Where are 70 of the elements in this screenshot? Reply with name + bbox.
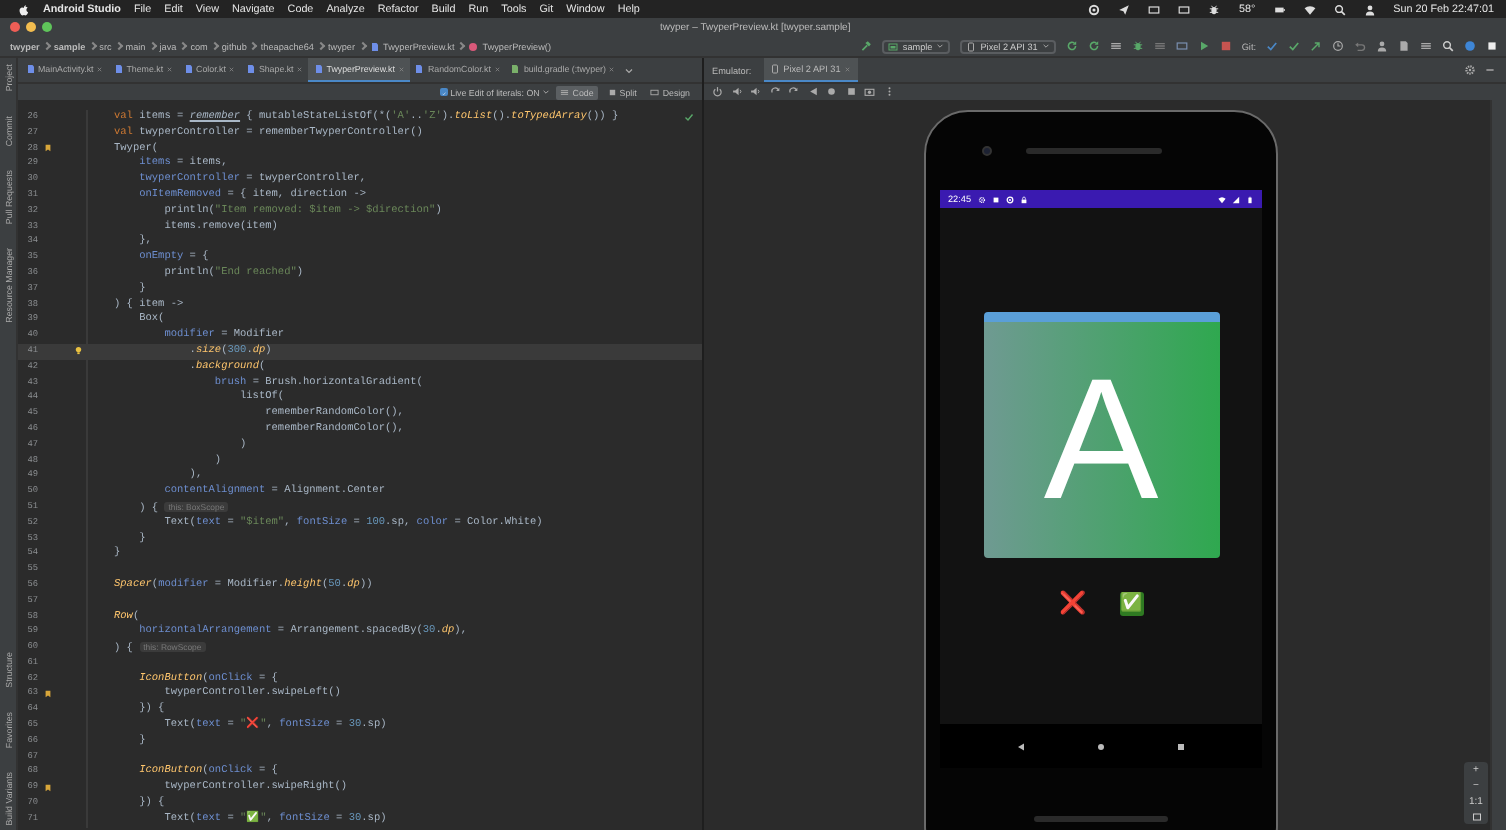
wifi-icon bbox=[1218, 195, 1226, 203]
home-icon[interactable] bbox=[1095, 741, 1106, 751]
battery-icon bbox=[1246, 195, 1254, 203]
arrow-icon[interactable] bbox=[1310, 40, 1322, 52]
file-icon bbox=[245, 64, 256, 74]
minus-icon[interactable] bbox=[1484, 64, 1496, 76]
square-icon[interactable] bbox=[1486, 40, 1498, 52]
function-icon bbox=[468, 41, 479, 51]
layers-icon[interactable] bbox=[1420, 40, 1432, 52]
bookmark-icon[interactable] bbox=[44, 143, 52, 152]
layers-icon[interactable] bbox=[1153, 40, 1166, 52]
file-icon bbox=[313, 64, 324, 74]
gear-icon[interactable] bbox=[1464, 64, 1476, 76]
bulb-icon[interactable] bbox=[74, 346, 83, 356]
bookmark-icon[interactable] bbox=[44, 689, 52, 698]
apple-icon[interactable] bbox=[18, 3, 30, 15]
search-icon[interactable] bbox=[1442, 40, 1454, 52]
swipe-card[interactable]: A bbox=[983, 312, 1219, 558]
camera-lens bbox=[982, 146, 992, 156]
user-icon[interactable] bbox=[1363, 3, 1376, 15]
maximize-button[interactable] bbox=[42, 22, 52, 32]
undo-icon[interactable] bbox=[1354, 40, 1366, 52]
power-icon[interactable] bbox=[712, 86, 723, 98]
fit-icon[interactable] bbox=[1471, 812, 1481, 822]
file-icon bbox=[113, 64, 124, 74]
signal-icon bbox=[1232, 195, 1240, 203]
file-icon[interactable] bbox=[1398, 40, 1410, 52]
more-icon[interactable] bbox=[883, 86, 894, 98]
caret-icon bbox=[542, 88, 551, 96]
hammer-icon[interactable] bbox=[860, 40, 873, 52]
back-icon[interactable] bbox=[807, 86, 818, 98]
search-icon[interactable] bbox=[1333, 3, 1346, 15]
camera-icon[interactable] bbox=[864, 86, 875, 98]
layers-icon[interactable] bbox=[1109, 40, 1122, 52]
close-button[interactable] bbox=[10, 22, 20, 32]
square-icon[interactable] bbox=[1176, 741, 1187, 751]
home-icon[interactable] bbox=[826, 86, 837, 98]
bookmark-icon[interactable] bbox=[44, 783, 52, 792]
phone-icon bbox=[966, 41, 977, 51]
function-icon[interactable] bbox=[1464, 40, 1476, 52]
gear-icon bbox=[977, 195, 985, 203]
speaker-icon[interactable] bbox=[731, 86, 742, 98]
battery-icon[interactable] bbox=[1273, 3, 1286, 15]
file-icon bbox=[369, 41, 380, 51]
file-icon bbox=[183, 64, 194, 74]
phone-icon bbox=[769, 64, 780, 74]
back-icon[interactable] bbox=[1015, 741, 1026, 751]
card-letter: A bbox=[1043, 354, 1159, 526]
record-icon bbox=[1005, 195, 1013, 203]
reject-button[interactable]: ❌ bbox=[1059, 592, 1083, 616]
square-icon bbox=[607, 87, 617, 97]
file-icon bbox=[25, 64, 35, 74]
layers-icon bbox=[560, 87, 570, 97]
wifi-icon[interactable] bbox=[1303, 3, 1316, 15]
minimize-button[interactable] bbox=[26, 22, 36, 32]
clock-icon[interactable] bbox=[1332, 40, 1344, 52]
file-icon bbox=[510, 64, 521, 74]
caret-icon[interactable] bbox=[624, 65, 635, 75]
speaker-grille bbox=[1034, 816, 1168, 822]
speaker-grille bbox=[1026, 148, 1162, 154]
speaker-icon[interactable] bbox=[750, 86, 761, 98]
stop-icon[interactable] bbox=[1219, 40, 1232, 52]
module-icon bbox=[888, 41, 899, 51]
display-icon bbox=[650, 87, 660, 97]
check-icon bbox=[684, 112, 694, 122]
lock-icon bbox=[1019, 195, 1027, 203]
record-icon[interactable] bbox=[1088, 3, 1101, 15]
file-icon bbox=[414, 64, 425, 74]
square-icon[interactable] bbox=[845, 86, 856, 98]
play-icon[interactable] bbox=[1197, 40, 1210, 52]
